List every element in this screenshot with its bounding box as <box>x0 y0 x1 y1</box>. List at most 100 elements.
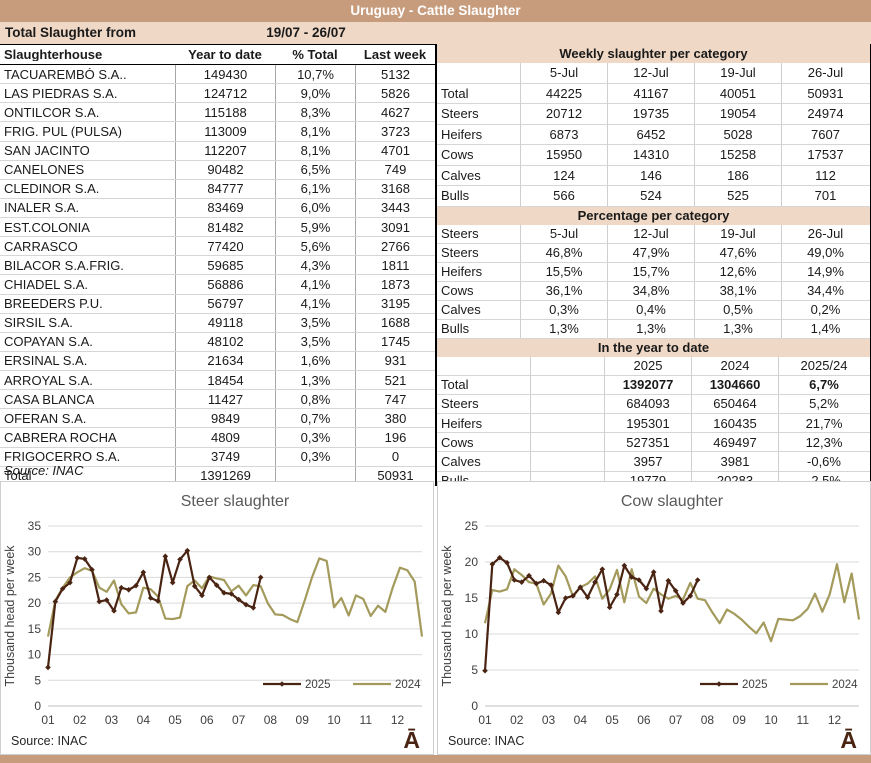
x-tick-label: 05 <box>168 713 182 727</box>
value-cell: 521 <box>355 371 435 390</box>
value-cell: 1,3% <box>694 319 781 338</box>
value-cell: 146 <box>607 165 694 185</box>
value-cell: 747 <box>355 390 435 409</box>
row-label-cell: FRIG. PUL (PULSA) <box>4 124 122 138</box>
value-cell: 49,0% <box>781 243 869 262</box>
value-cell: 83469 <box>175 198 275 217</box>
table-row: SAN JACINTO 112207 8,1% 4701 <box>0 141 435 161</box>
value-cell: 6,7% <box>778 375 869 394</box>
row-label-cell: CARRASCO <box>4 239 78 253</box>
value-cell: 3195 <box>355 294 435 313</box>
series-marker <box>162 553 169 560</box>
value-cell: 56886 <box>175 275 275 294</box>
value-cell: 49118 <box>175 313 275 332</box>
value-cell: 24974 <box>781 104 869 124</box>
value-cell: 10,7% <box>275 65 355 84</box>
table-row: Calves 3957 3981 -0,6% <box>437 452 870 472</box>
value-cell: 50931 <box>781 83 869 103</box>
value-cell: 6,5% <box>275 160 355 179</box>
value-cell: -0,6% <box>778 452 869 471</box>
value-cell: 684093 <box>604 394 691 414</box>
table-row: FRIG. PUL (PULSA) 113009 8,1% 3723 <box>0 122 435 142</box>
row-label-cell: CABRERA ROCHA <box>4 430 117 444</box>
row-label-cell: COPAYAN S.A. <box>4 335 93 349</box>
table-row: Calves 124 146 186 112 <box>437 165 870 186</box>
value-cell: 1,6% <box>275 351 355 370</box>
value-cell: 0,3% <box>520 300 607 319</box>
x-tick-label: 01 <box>41 713 55 727</box>
table-row: INALER S.A. 83469 6,0% 3443 <box>0 198 435 218</box>
row-label-cell: CLEDINOR S.A. <box>4 182 100 196</box>
row-label-cell: INALER S.A. <box>4 201 80 215</box>
y-axis-label: Thousand head per week <box>3 545 17 687</box>
steer-slaughter-chart: Steer slaughter Thousand head per week 05 1… <box>3 493 424 727</box>
value-cell: 566 <box>520 186 607 206</box>
series-marker <box>169 579 176 586</box>
ytd-table-title: In the year to date <box>437 338 870 357</box>
row-label-cell: Steers <box>441 397 479 411</box>
ytd-rows: Total 1392077 1304660 6,7% Steers 684093 65046… <box>437 375 870 491</box>
value-cell <box>530 414 604 433</box>
series-line-2025 <box>46 549 262 668</box>
value-cell: 5-Jul <box>520 63 607 83</box>
value-cell: 4,1% <box>275 294 355 313</box>
series-marker <box>482 667 488 674</box>
value-cell: 44225 <box>520 83 607 103</box>
value-cell: 4,1% <box>275 275 355 294</box>
y-tick-label: 5 <box>34 673 41 687</box>
x-tick-label: 03 <box>105 713 119 727</box>
period-bar: Total Slaughter from 19/07 - 26/07 <box>0 22 871 44</box>
x-tick-label: 08 <box>701 713 715 727</box>
value-cell: 46,8% <box>520 243 607 262</box>
slaughterhouse-table: Slaughterhouse Year to date % Total Last we… <box>0 44 437 486</box>
value-cell: 9849 <box>175 409 275 428</box>
value-cell: 26-Jul <box>781 224 869 243</box>
value-cell: 21,7% <box>778 414 869 433</box>
x-tick-label: 04 <box>137 713 151 727</box>
table-row: Steers 20712 19735 19054 24974 <box>437 104 870 125</box>
value-cell: 12,6% <box>694 262 781 281</box>
x-tick-label: 04 <box>574 713 588 727</box>
table-row: CLEDINOR S.A. 84777 6,1% 3168 <box>0 179 435 199</box>
table-header-row: Slaughterhouse Year to date % Total Last we… <box>0 44 435 65</box>
weekly-table-title: Weekly slaughter per category <box>437 44 870 63</box>
x-tick-label: 12 <box>391 713 405 727</box>
percentage-header-row: Steers 5-Jul 12-Jul 19-Jul 26-Jul <box>437 224 870 244</box>
value-cell: 7607 <box>781 124 869 144</box>
row-label-cell: SAN JACINTO <box>4 144 90 158</box>
value-cell: 1,3% <box>607 319 694 338</box>
value-cell: 6,0% <box>275 198 355 217</box>
value-cell: 2766 <box>355 237 435 256</box>
legend-marker <box>716 681 722 687</box>
table-row: Steers 46,8% 47,9% 47,6% 49,0% <box>437 243 870 263</box>
row-label-cell: Cows <box>441 148 474 162</box>
value-cell: 8,3% <box>275 103 355 122</box>
row-label-cell: FRIGOCERRO S.A. <box>4 450 121 464</box>
value-cell <box>530 452 604 471</box>
value-cell: 3,5% <box>275 313 355 332</box>
value-cell: 19735 <box>607 104 694 124</box>
value-cell: 1304660 <box>691 375 778 394</box>
value-cell <box>530 375 604 394</box>
value-cell: 14310 <box>607 145 694 165</box>
steer-chart-panel: Steer slaughter Thousand head per week 0 5 1… <box>0 481 434 755</box>
period-range: 19/07 - 26/07 <box>266 25 346 40</box>
value-cell: 0,8% <box>275 390 355 409</box>
series-line-2025 <box>483 556 699 671</box>
ytd-header-row: 2025 2024 2025/24 <box>437 356 870 376</box>
value-cell: 5-Jul <box>520 224 607 243</box>
value-cell: Year to date <box>188 47 262 62</box>
row-label-cell: Cows <box>441 435 474 449</box>
table-row: CASA BLANCA 11427 0,8% 747 <box>0 390 435 410</box>
chart-title: Steer slaughter <box>181 493 290 510</box>
value-cell: 84777 <box>175 179 275 198</box>
value-cell: 0,7% <box>275 409 355 428</box>
x-tick-label: 07 <box>669 713 683 727</box>
value-cell: 17537 <box>781 145 869 165</box>
value-cell: 3957 <box>604 452 691 471</box>
y-tick-label: 10 <box>465 627 479 641</box>
series-marker <box>45 664 51 671</box>
value-cell: 469497 <box>691 433 778 452</box>
table-row: OFERAN S.A. 9849 0,7% 380 <box>0 409 435 429</box>
table-row: CHIADEL S.A. 56886 4,1% 1873 <box>0 275 435 295</box>
